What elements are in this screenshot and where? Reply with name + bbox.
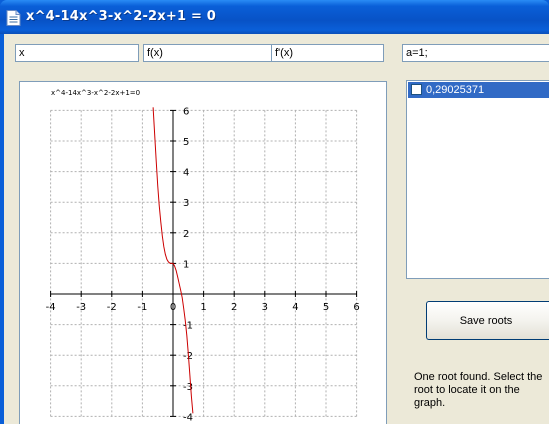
- function-plot: x^4-14x^3-x^2-2x+1=0 -4 -3 -2 -1 0 1 2 3 4 5 6-4-3…: [46, 89, 360, 423]
- x-tick-label: -1: [137, 302, 147, 313]
- x-tick-label: 1: [200, 302, 206, 313]
- title-bar[interactable]: x^4-14x^3-x^2-2x+1 = 0: [0, 0, 549, 34]
- x-tick-label: 3: [262, 302, 268, 313]
- x-expression-field[interactable]: x: [15, 44, 139, 62]
- y-tick-label: -4: [183, 412, 193, 423]
- save-roots-button[interactable]: Save roots: [426, 301, 549, 340]
- x-tick-label: 2: [231, 302, 237, 313]
- x-tick-label: 6: [353, 302, 359, 313]
- x-tick-label: -4: [46, 302, 56, 313]
- x-tick-label: -3: [76, 302, 86, 313]
- derivative-expression-field[interactable]: f'(x): [271, 44, 384, 62]
- roots-listbox[interactable]: 0,29025371: [406, 80, 549, 279]
- x-tick-label: -2: [107, 302, 117, 313]
- x-tick-label: 5: [323, 302, 329, 313]
- list-item[interactable]: 0,29025371: [408, 82, 549, 98]
- chart-title: x^4-14x^3-x^2-2x+1=0: [51, 89, 140, 97]
- root-value: 0,29025371: [426, 84, 485, 96]
- graph-panel[interactable]: x^4-14x^3-x^2-2x+1=0 -4 -3 -2 -1 0 1 2 3 4 5 6 -4 -3…: [19, 81, 387, 424]
- x-tick-label: 4: [292, 302, 298, 313]
- y-tick-label: 2: [183, 229, 189, 240]
- grid-lines: [50, 109, 358, 417]
- y-tick-label: 1: [183, 259, 189, 270]
- y-tick-label: 5: [183, 137, 189, 148]
- window-title: x^4-14x^3-x^2-2x+1 = 0: [26, 9, 217, 24]
- app-window: x^4-14x^3-x^2-2x+1 = 0 x f(x) f'(x) a=1;…: [0, 0, 549, 424]
- y-tick-label: 6: [183, 106, 189, 117]
- parameters-field[interactable]: a=1;: [402, 44, 549, 62]
- y-tick-label: 4: [183, 168, 189, 179]
- x-tick-label: 0: [170, 302, 176, 313]
- status-message: One root found. Select the root to locat…: [414, 371, 543, 409]
- y-tick-label: -1: [183, 321, 193, 332]
- y-tick-label: 3: [183, 198, 189, 209]
- tick-labels: -4 -3 -2 -1 0 1 2 3 4 5 6-4-3-2-1123456: [46, 106, 360, 423]
- client-area: x f(x) f'(x) a=1; x^4-14x^3-x^2-2x+1=0 -…: [4, 34, 549, 424]
- fx-expression-field[interactable]: f(x): [143, 44, 282, 62]
- document-icon: [6, 10, 21, 26]
- root-checkbox[interactable]: [411, 84, 422, 95]
